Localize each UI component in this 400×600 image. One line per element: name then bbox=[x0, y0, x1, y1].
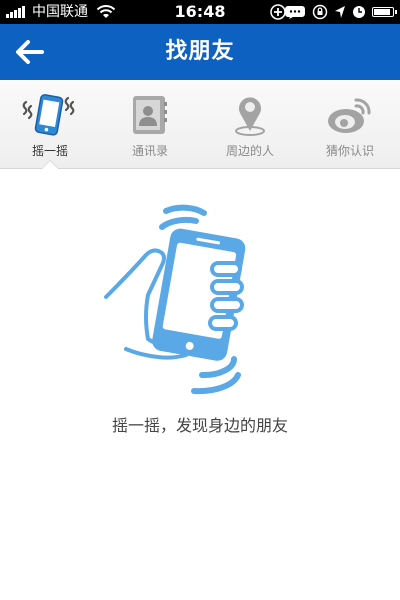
battery-icon bbox=[372, 7, 397, 17]
alarm-clock-icon bbox=[353, 6, 365, 18]
shake-phone-icon bbox=[22, 94, 75, 136]
page-title: 找朋友 bbox=[165, 39, 235, 64]
tab-suggested[interactable]: 猜你认识 bbox=[300, 80, 400, 168]
status-bar: 中国联通 16:48 bbox=[0, 0, 400, 24]
navigation-bar: 找朋友 bbox=[0, 24, 400, 81]
chat-notification-icon bbox=[270, 4, 305, 20]
location-pin-icon bbox=[235, 97, 265, 136]
tab-label: 通讯录 bbox=[131, 144, 168, 158]
tab-nearby[interactable]: 周边的人 bbox=[200, 80, 300, 168]
weibo-icon bbox=[328, 98, 371, 133]
location-arrow-icon bbox=[335, 6, 345, 18]
contacts-icon bbox=[133, 96, 167, 134]
tab-label: 周边的人 bbox=[225, 144, 274, 158]
tab-shake[interactable]: 摇一摇 bbox=[0, 80, 100, 169]
tab-label: 摇一摇 bbox=[31, 144, 68, 158]
tab-bar: 摇一摇 通讯录 周边的人 猜你认识 bbox=[0, 80, 400, 169]
rotation-lock-icon bbox=[312, 4, 328, 20]
tab-contacts[interactable]: 通讯录 bbox=[100, 80, 200, 168]
tab-label: 猜你认识 bbox=[325, 144, 374, 158]
status-right bbox=[270, 0, 397, 24]
main-content: 摇一摇，发现身边的朋友 bbox=[0, 169, 400, 600]
shake-hint-text: 摇一摇，发现身边的朋友 bbox=[111, 416, 288, 435]
hand-shaking-phone-icon[interactable] bbox=[100, 199, 260, 399]
